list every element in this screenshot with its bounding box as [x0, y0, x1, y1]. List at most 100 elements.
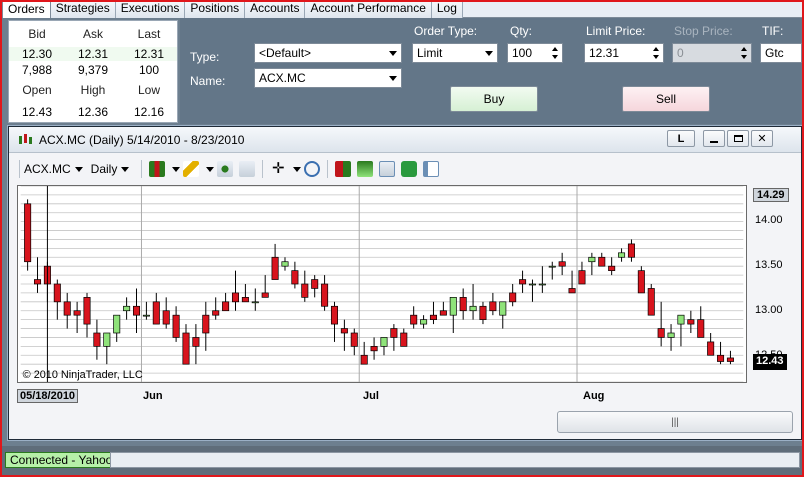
- qty-input[interactable]: 100: [507, 43, 563, 63]
- name-select[interactable]: ACX.MC: [254, 68, 402, 88]
- chart-window: ACX.MC (Daily) 5/14/2010 - 8/23/2010 L ✕…: [8, 126, 802, 440]
- high-value: 12.36: [77, 105, 109, 119]
- tab-strategies[interactable]: Strategies: [50, 0, 116, 18]
- chevron-down-icon[interactable]: [293, 166, 302, 172]
- candle-down: [558, 261, 566, 267]
- tab-log[interactable]: Log: [431, 0, 463, 18]
- candle-up: [113, 314, 121, 334]
- down-arrow-icon: [552, 55, 558, 59]
- toolbar-separator: [262, 160, 264, 178]
- candle-down: [63, 301, 71, 316]
- scroll-grip: |||: [671, 416, 679, 428]
- minimize-button[interactable]: [703, 130, 725, 147]
- add-indicator-icon[interactable]: [217, 161, 234, 177]
- buy-button[interactable]: Buy: [450, 86, 538, 112]
- order-entry-icon[interactable]: [335, 161, 352, 177]
- zoom-icon[interactable]: [304, 161, 321, 177]
- order-type-value: Limit: [417, 46, 443, 60]
- refresh-icon[interactable]: [401, 161, 418, 177]
- candle-up: [142, 314, 150, 317]
- tif-select[interactable]: Gtc: [760, 43, 802, 63]
- limit-price-stepper[interactable]: [650, 45, 662, 61]
- candle-down: [726, 357, 734, 362]
- candle-down: [439, 310, 447, 316]
- up-arrow-icon: [741, 47, 747, 51]
- maximize-button[interactable]: [727, 130, 749, 147]
- limit-price-input[interactable]: 12.31: [584, 43, 664, 63]
- last-header: Last: [137, 27, 161, 41]
- data-box-icon[interactable]: [423, 161, 440, 177]
- candle-down: [53, 283, 61, 303]
- chart-properties-icon[interactable]: [379, 161, 396, 177]
- pencil-icon[interactable]: [183, 161, 200, 177]
- chart-toolbar: ACX.MC Daily ✛: [15, 157, 795, 181]
- candle-down: [350, 332, 358, 347]
- close-button[interactable]: ✕: [751, 130, 773, 147]
- instrument-dropdown[interactable]: ACX.MC: [24, 162, 83, 176]
- quote-ohl-row: 12.43 12.36 12.16: [9, 105, 177, 119]
- chevron-down-icon: [74, 166, 83, 172]
- chart-window-title: ACX.MC (Daily) 5/14/2010 - 8/23/2010: [39, 132, 245, 147]
- bid-price: 12.30: [21, 47, 53, 61]
- candle-down: [519, 279, 527, 285]
- candle-down: [330, 305, 338, 325]
- high-price-marker: 14.29: [753, 187, 789, 202]
- candle-down: [608, 265, 616, 271]
- price-axis: 14.0013.5013.0012.5014.2912.43: [749, 185, 797, 385]
- candle-down: [24, 203, 32, 263]
- toolbar-separator: [141, 160, 143, 178]
- up-arrow-icon: [552, 47, 558, 51]
- open-header: Open: [22, 83, 52, 97]
- candle-down: [370, 346, 378, 352]
- month-label-aug: Aug: [583, 390, 605, 402]
- qty-stepper[interactable]: [549, 45, 561, 61]
- tab-executions[interactable]: Executions: [115, 0, 186, 18]
- candle-down: [340, 328, 348, 334]
- up-arrow-icon: [653, 47, 659, 51]
- chevron-down-icon[interactable]: [172, 166, 181, 172]
- order-entry-panel: Type: <Default> Name: ACX.MC Order Type:…: [180, 18, 804, 124]
- crosshair-icon[interactable]: ✛: [270, 161, 286, 177]
- candle-down: [241, 297, 249, 303]
- order-type-label: Order Type:: [414, 24, 478, 38]
- candle-down: [172, 314, 180, 338]
- tif-label: TIF:: [762, 24, 784, 38]
- candle-down: [657, 328, 665, 338]
- period-dropdown[interactable]: Daily: [91, 162, 130, 176]
- price-chart[interactable]: © 2010 NinjaTrader, LLC: [17, 185, 747, 383]
- sell-button[interactable]: Sell: [622, 86, 710, 112]
- chevron-down-icon[interactable]: [206, 166, 215, 172]
- status-bar-field: [110, 452, 800, 468]
- stop-price-label: Stop Price:: [674, 24, 733, 38]
- candle-down: [301, 283, 309, 298]
- link-button[interactable]: L: [667, 130, 695, 147]
- type-select[interactable]: <Default>: [254, 43, 402, 63]
- stop-price-stepper[interactable]: [738, 45, 750, 61]
- candle-down: [34, 279, 42, 285]
- candle-down: [647, 288, 655, 316]
- tab-orders[interactable]: Orders: [2, 0, 51, 18]
- chart-grid: [20, 186, 744, 382]
- candle-down: [489, 301, 497, 312]
- candle-down: [271, 256, 279, 280]
- order-type-select[interactable]: Limit: [412, 43, 498, 63]
- tab-positions[interactable]: Positions: [185, 0, 246, 18]
- stop-price-input[interactable]: 0: [672, 43, 752, 63]
- chart-title-bar[interactable]: ACX.MC (Daily) 5/14/2010 - 8/23/2010 L ✕: [9, 127, 801, 153]
- connection-status[interactable]: Connected - Yahoo: [5, 452, 118, 468]
- candle-up: [588, 256, 596, 263]
- candle-up: [251, 301, 259, 304]
- candle-down: [182, 332, 190, 365]
- candle-down: [152, 301, 160, 325]
- candle-down: [627, 243, 635, 258]
- low-value: 12.16: [133, 105, 165, 119]
- strategy-icon[interactable]: [357, 161, 374, 177]
- remove-drawings-icon[interactable]: [239, 161, 256, 177]
- candle-up: [123, 305, 131, 312]
- chart-style-icon[interactable]: [149, 161, 166, 177]
- type-value: <Default>: [259, 46, 312, 60]
- tab-accounts[interactable]: Accounts: [245, 0, 306, 18]
- horizontal-scrollbar[interactable]: |||: [557, 411, 793, 433]
- candle-up: [528, 283, 536, 286]
- tab-account-performance[interactable]: Account Performance: [305, 0, 432, 18]
